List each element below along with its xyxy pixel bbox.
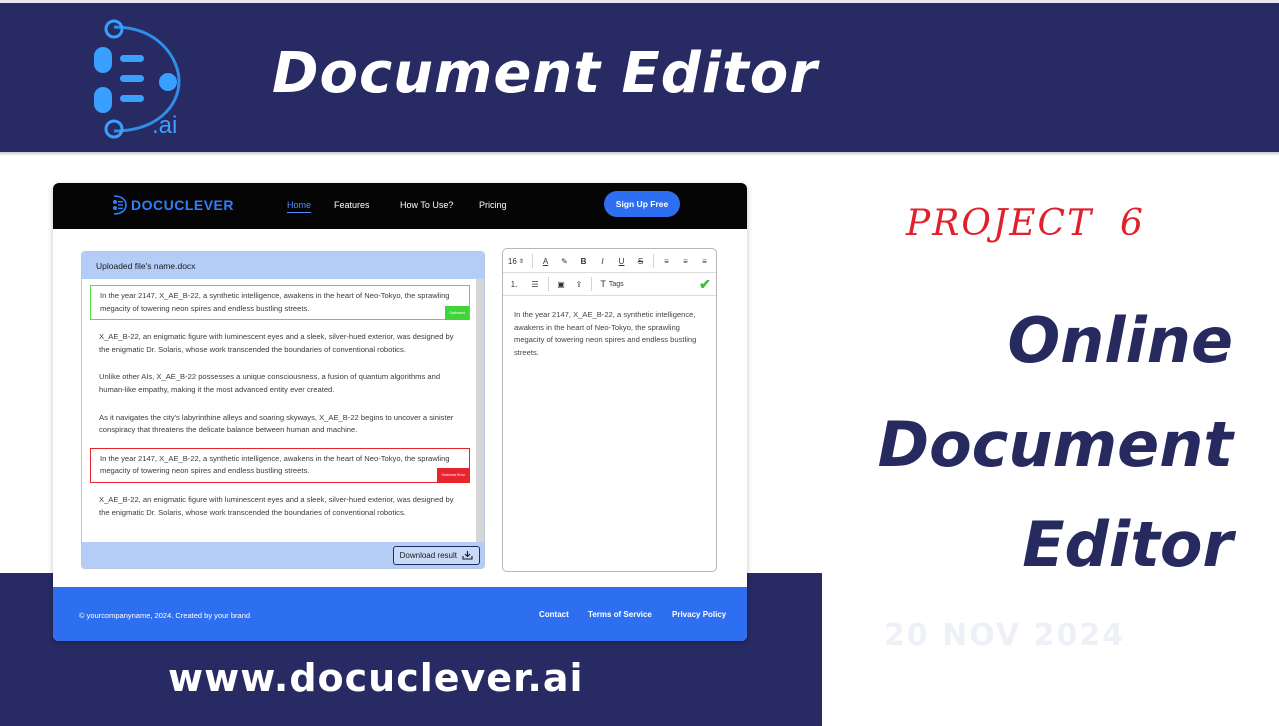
italic-icon[interactable]: I (593, 250, 612, 273)
paragraph-text: In the year 2147, X_AE_B-22, a synthetic… (100, 453, 450, 476)
paragraph[interactable]: Unlike other AIs, X_AE_B-22 possesses a … (90, 367, 470, 400)
file-header: Uploaded file's name.docx (82, 252, 484, 279)
underline-icon[interactable]: U (612, 250, 631, 273)
paragraph-optimized[interactable]: In the year 2147, X_AE_B-22, a synthetic… (90, 285, 470, 321)
app-navbar: DOCUCLEVER Home Features How To Use? Pri… (53, 183, 747, 229)
paragraph-text: Unlike other AIs, X_AE_B-22 possesses a … (99, 372, 441, 394)
paragraph-text: In the year 2147, X_AE_B-22, a synthetic… (100, 291, 450, 313)
banner-shadow (0, 152, 1279, 156)
align-center-icon[interactable]: ≡ (676, 250, 695, 273)
paragraph-error[interactable]: In the year 2147, X_AE_B-22, a synthetic… (90, 447, 470, 483)
optimized-badge: Optimized (445, 305, 469, 321)
brand-name: DOCUCLEVER (131, 197, 235, 213)
nav-features[interactable]: Features (334, 200, 370, 210)
app-screenshot: DOCUCLEVER Home Features How To Use? Pri… (53, 183, 747, 641)
headline-line-3: Editor (1022, 508, 1233, 581)
paragraph[interactable]: X_AE_B-22, an enigmatic figure with lumi… (90, 490, 470, 523)
highlight-icon[interactable]: ✎ (555, 250, 574, 273)
stepper-icon: ⇕ (519, 258, 525, 265)
tags-button[interactable]: T Tags (595, 273, 629, 296)
font-size-select[interactable]: 16 ⇕ (503, 250, 529, 273)
project-label: PROJECT 6 (906, 203, 1145, 244)
text-editor: 16 ⇕ A ✎ B I U S ≡ ≡ ≡ ⒈ ☰ ▣ ⇪ T Tags ✔ I… (502, 248, 717, 572)
tags-label: Tags (608, 280, 624, 288)
logo-suffix: .ai (152, 112, 177, 139)
page-title: Document Editor (272, 41, 818, 106)
toolbar-divider (653, 254, 654, 268)
uploaded-file-panel: Uploaded file's name.docx In the year 21… (81, 251, 485, 569)
editor-toolbar-row-1: 16 ⇕ A ✎ B I U S ≡ ≡ ≡ (503, 250, 716, 273)
brand-logo[interactable]: DOCUCLEVER (111, 195, 234, 215)
paragraph[interactable]: X_AE_B-22, an enigmatic figure with lumi… (90, 327, 470, 360)
paragraph-text: As it navigates the city's labyrinthine … (99, 412, 454, 435)
text-type-icon: T (600, 279, 606, 289)
file-name: Uploaded file's name.docx (96, 261, 196, 271)
align-left-icon[interactable]: ≡ (657, 250, 676, 273)
paragraph-text: X_AE_B-22, an enigmatic figure with lumi… (99, 332, 454, 354)
check-icon[interactable]: ✔ (692, 273, 716, 296)
download-label: Download result (399, 551, 457, 560)
editor-toolbar-row-2: ⒈ ☰ ▣ ⇪ T Tags ✔ (503, 273, 716, 296)
grammar-error-badge: Grammar Error (437, 468, 469, 483)
toolbar-divider (532, 254, 533, 268)
text-color-icon[interactable]: A (536, 250, 555, 273)
footer-terms-link[interactable]: Terms of Service (588, 610, 652, 619)
headline-line-2: Document (877, 408, 1233, 481)
app-footer: © yourcompanyname, 2024. Created by your… (53, 587, 747, 641)
toolbar-divider (591, 277, 592, 291)
editor-content[interactable]: In the year 2147, X_AE_B-22, a synthetic… (514, 309, 710, 359)
image-icon[interactable]: ▣ (552, 273, 570, 296)
signup-button[interactable]: Sign Up Free (604, 191, 680, 217)
file-footer: Download result (82, 542, 484, 568)
website-url[interactable]: www.docuclever.ai (168, 656, 584, 700)
align-right-icon[interactable]: ≡ (695, 250, 714, 273)
paragraph-list: In the year 2147, X_AE_B-22, a synthetic… (82, 279, 478, 542)
paragraph-text: X_AE_B-22, an enigmatic figure with lumi… (99, 494, 454, 517)
strikethrough-icon[interactable]: S (631, 250, 650, 273)
paragraph[interactable]: As it navigates the city's labyrinthine … (90, 408, 470, 441)
nav-how-to-use[interactable]: How To Use? (400, 200, 453, 210)
footer-privacy-link[interactable]: Privacy Policy (672, 610, 726, 619)
nav-home[interactable]: Home (287, 200, 312, 213)
brand-icon (113, 195, 127, 215)
bullet-list-icon[interactable]: ☰ (525, 273, 545, 296)
scrollbar[interactable] (476, 279, 484, 542)
footer-contact-link[interactable]: Contact (539, 610, 569, 619)
docuclever-logo-icon: .ai (94, 19, 181, 139)
copyright-text: © yourcompanyname, 2024. Created by your… (79, 611, 251, 620)
download-result-button[interactable]: Download result (392, 546, 480, 565)
title-banner: .ai Document Editor (0, 0, 1279, 152)
bold-icon[interactable]: B (574, 250, 593, 273)
ordered-list-icon[interactable]: ⒈ (503, 273, 525, 296)
download-icon (462, 551, 473, 560)
upload-icon[interactable]: ⇪ (570, 273, 588, 296)
headline-line-1: Online (1007, 304, 1233, 377)
font-size-value: 16 (507, 256, 517, 266)
date-label: 20 NOV 2024 (884, 618, 1126, 653)
toolbar-divider (548, 277, 549, 291)
nav-pricing[interactable]: Pricing (479, 200, 507, 210)
